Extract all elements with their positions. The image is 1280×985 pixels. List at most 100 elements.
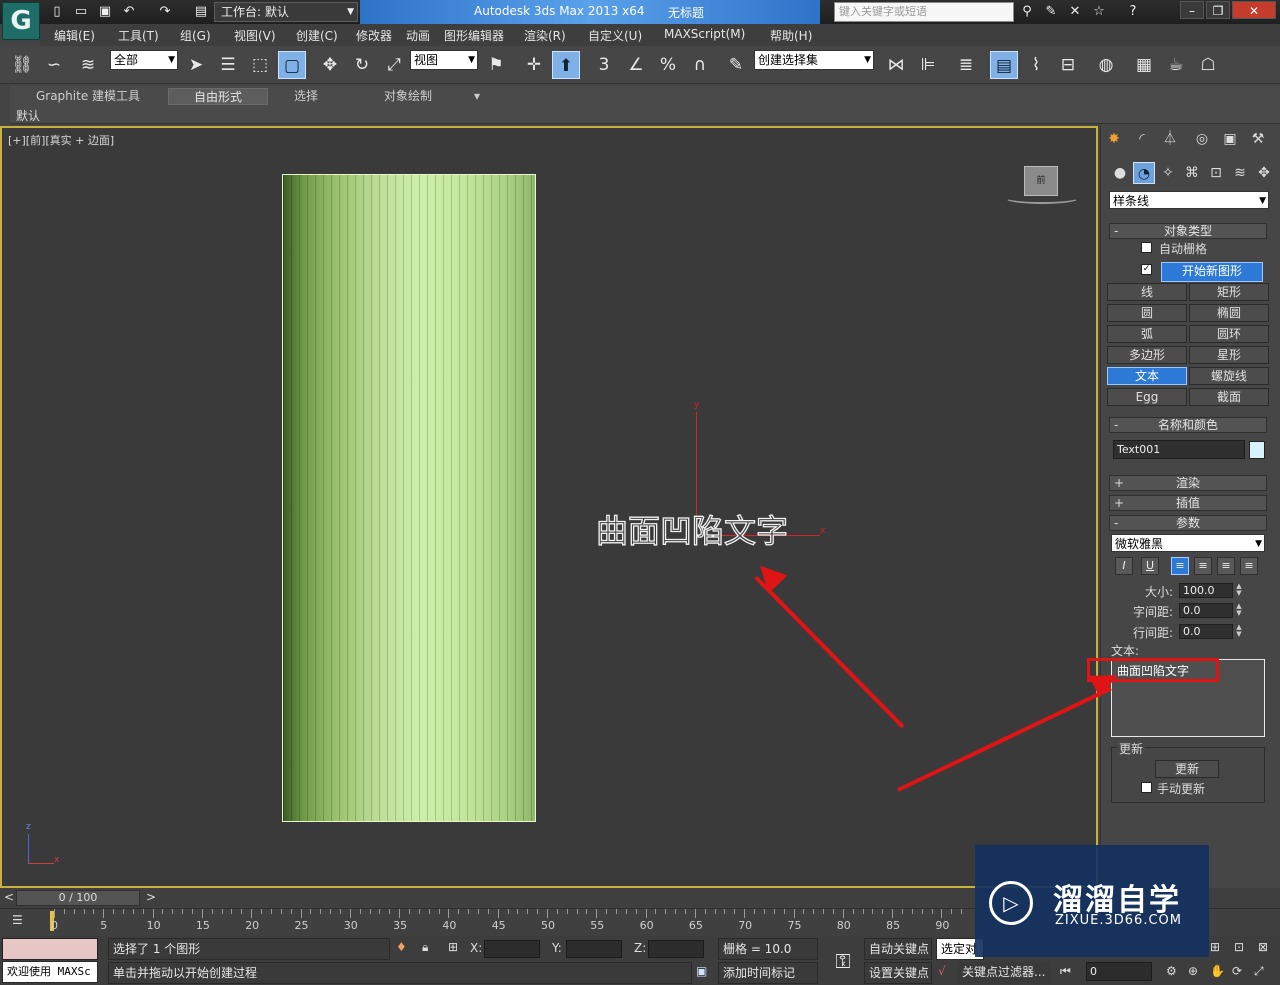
render-frame-icon[interactable]: ☕	[1162, 51, 1190, 79]
start-new-shape-checkbox[interactable]: ✓	[1141, 264, 1152, 275]
app-logo-icon[interactable]: G	[2, 2, 40, 40]
name-color-rollout[interactable]: - 名称和颜色	[1109, 417, 1267, 433]
ngon-button[interactable]: 多边形	[1107, 346, 1187, 364]
rotate-icon[interactable]: ↻	[348, 51, 376, 79]
minimize-button[interactable]: –	[1180, 1, 1204, 19]
set-key-icon[interactable]: ⚿	[826, 946, 860, 976]
menu-edit[interactable]: 编辑(E)	[54, 27, 95, 44]
close-button[interactable]: ✕	[1232, 1, 1276, 19]
communication-icon[interactable]: ✕	[1066, 3, 1084, 21]
display-tab-icon[interactable]: ▣	[1219, 128, 1241, 150]
interpolation-rollout[interactable]: + 插值	[1109, 495, 1267, 511]
utilities-tab-icon[interactable]: ⚒	[1247, 128, 1269, 150]
pan-icon[interactable]: ✋	[1210, 964, 1225, 978]
angle-snap-icon[interactable]: ∠	[622, 51, 650, 79]
reference-coord-dropdown[interactable]: 视图 ▼	[410, 50, 478, 70]
section-button[interactable]: 截面	[1189, 388, 1269, 406]
kerning-spinner-arrows-icon[interactable]: ▲ ▼	[1235, 603, 1243, 618]
material-editor-icon[interactable]: ◍	[1092, 51, 1120, 79]
align-center-icon[interactable]: ≡	[1194, 557, 1212, 575]
zoom-all-icon[interactable]: ⊞	[1210, 940, 1220, 954]
selection-filter-dropdown[interactable]: 全部 ▼	[110, 50, 178, 70]
geometry-icon[interactable]: ●	[1109, 162, 1131, 184]
add-time-tag-button[interactable]: 添加时间标记	[718, 962, 818, 984]
maximize-viewport-icon[interactable]: ⤢	[1254, 964, 1264, 979]
open-file-icon[interactable]: ▭	[72, 3, 90, 21]
scale-icon[interactable]: ⤢	[380, 51, 408, 79]
pivot-icon[interactable]: ⚑	[482, 51, 510, 79]
orbit-icon[interactable]: ⟳	[1232, 964, 1242, 978]
auto-key-button[interactable]: 自动关键点	[864, 938, 932, 960]
text-shape-object[interactable]: 曲面凹陷文字	[595, 506, 788, 552]
field-of-view-icon[interactable]: ⊠	[1258, 940, 1268, 954]
align-left-icon[interactable]: ≡	[1171, 557, 1189, 575]
menu-maxscript[interactable]: MAXScript(M)	[664, 27, 745, 41]
helix-button[interactable]: 螺旋线	[1189, 367, 1269, 385]
time-prev-icon[interactable]: <	[4, 890, 14, 904]
zoom-extents-icon[interactable]: ⊡	[1234, 940, 1244, 954]
shapes-icon[interactable]: ◔	[1133, 162, 1155, 184]
leading-spinner-arrows-icon[interactable]: ▲ ▼	[1235, 624, 1243, 639]
line-button[interactable]: 线	[1107, 283, 1187, 301]
schematic-view-icon[interactable]: ⊟	[1054, 51, 1082, 79]
curve-editor-icon[interactable]: ⌇	[1022, 51, 1050, 79]
green-cylinder-object[interactable]	[282, 174, 536, 822]
bind-space-warp-icon[interactable]: ≋	[74, 51, 102, 79]
size-spinner-arrows-icon[interactable]: ▲ ▼	[1235, 583, 1243, 598]
select-by-name-icon[interactable]: ☰	[214, 51, 242, 79]
tab-freeform[interactable]: 自由形式	[168, 88, 268, 105]
update-button[interactable]: 更新	[1155, 760, 1219, 778]
selection-lock-icon[interactable]: 🔒︎	[422, 940, 428, 955]
parameters-rollout[interactable]: - 参数	[1109, 515, 1267, 531]
viewcube-ring[interactable]	[1004, 192, 1080, 204]
goto-start-icon[interactable]: ⏮	[1060, 964, 1071, 979]
rectangle-button[interactable]: 矩形	[1189, 283, 1269, 301]
object-name-field[interactable]: Text001	[1113, 440, 1245, 459]
tab-object-paint[interactable]: 对象绘制	[358, 88, 458, 105]
percent-snap-icon[interactable]: %	[654, 51, 682, 79]
manual-update-checkbox[interactable]	[1141, 782, 1152, 793]
layer-manager-icon[interactable]: ≣	[952, 51, 980, 79]
create-tab-icon[interactable]: ✸	[1103, 128, 1125, 150]
category-dropdown[interactable]: 样条线 ▼	[1109, 191, 1269, 209]
unlink-icon[interactable]: ∽	[40, 51, 68, 79]
menu-tools[interactable]: 工具(T)	[118, 27, 159, 44]
ribbon-default-label[interactable]: 默认	[16, 107, 40, 124]
lights-icon[interactable]: ✧	[1157, 162, 1179, 184]
track-bar-menu-icon[interactable]: ☰	[12, 913, 32, 931]
modify-tab-icon[interactable]: ◜	[1131, 128, 1153, 150]
link-icon[interactable]: ⛓	[8, 51, 36, 79]
maximize-button[interactable]: ❐	[1206, 1, 1230, 19]
maxscript-welcome[interactable]: 欢迎使用 MAXSc	[2, 961, 98, 983]
ribbon-options-icon[interactable]: ▾	[462, 88, 492, 105]
time-slider[interactable]: 0 / 100	[16, 890, 140, 906]
new-file-icon[interactable]: ▯	[48, 3, 66, 21]
rendering-rollout[interactable]: + 渲染	[1109, 475, 1267, 491]
move-icon[interactable]: ✥	[316, 51, 344, 79]
named-selection-dropdown[interactable]: 创建选择集 ▼	[754, 50, 874, 70]
tab-selection[interactable]: 选择	[270, 88, 342, 105]
x-coordinate-field[interactable]	[484, 940, 540, 958]
y-coordinate-field[interactable]	[566, 940, 622, 958]
rectangular-selection-icon[interactable]: ⬚	[246, 51, 274, 79]
current-frame-field[interactable]: 0	[1086, 962, 1152, 981]
menu-create[interactable]: 创建(C)	[296, 27, 338, 44]
helpers-icon[interactable]: ⊡	[1205, 162, 1227, 184]
object-color-swatch[interactable]	[1249, 441, 1265, 459]
render-setup-icon[interactable]: ▦	[1130, 51, 1158, 79]
align-right-icon[interactable]: ≡	[1217, 557, 1235, 575]
font-dropdown[interactable]: 微软雅黑 ▼	[1111, 534, 1265, 552]
select-object-icon[interactable]: ➤	[182, 51, 210, 79]
viewport-label[interactable]: [+][前][真实 + 边面]	[8, 132, 114, 148]
align-icon[interactable]: ⊫	[914, 51, 942, 79]
binoculars-icon[interactable]: ⚲	[1018, 3, 1036, 21]
menu-views[interactable]: 视图(V)	[234, 27, 276, 44]
menu-graph-editors[interactable]: 图形编辑器	[444, 27, 504, 44]
motion-tab-icon[interactable]: ◎	[1191, 128, 1213, 150]
maxscript-listener-mini[interactable]	[2, 938, 98, 960]
zoom-icon[interactable]: ⊕	[1188, 964, 1198, 978]
underline-button[interactable]: U	[1141, 557, 1159, 575]
help-icon[interactable]: ?	[1124, 3, 1142, 21]
z-coordinate-field[interactable]	[648, 940, 704, 958]
window-crossing-icon[interactable]: ▢	[278, 51, 306, 79]
